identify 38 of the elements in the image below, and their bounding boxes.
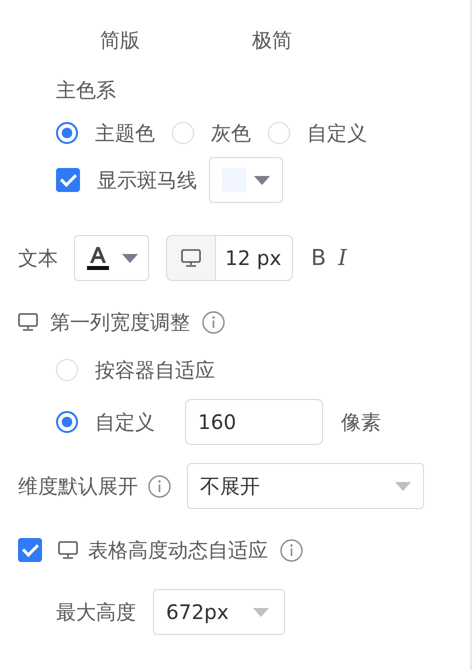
checkbox-label: 显示斑马线 — [97, 168, 197, 192]
checkbox-label: 表格高度动态自适应 — [88, 538, 268, 562]
italic-button[interactable]: I — [334, 246, 351, 270]
radio-button[interactable] — [56, 122, 78, 144]
monitor-icon — [58, 541, 78, 559]
monitor-icon — [181, 249, 201, 267]
field-label: 维度默认展开 — [18, 474, 138, 498]
radio-option[interactable]: 主题色 — [56, 121, 155, 145]
expand-dropdown[interactable]: 不展开 — [187, 463, 424, 509]
caret-icon — [122, 254, 138, 262]
checkbox[interactable] — [18, 538, 42, 562]
bold-button[interactable]: B — [307, 246, 330, 270]
caret-icon — [252, 608, 269, 616]
radio-option[interactable]: 灰色 — [172, 121, 251, 145]
info-icon[interactable] — [202, 310, 225, 334]
info-icon[interactable] — [148, 474, 171, 498]
checkbox[interactable] — [56, 168, 80, 192]
caret-icon — [254, 176, 270, 184]
font-color-dropdown[interactable] — [74, 235, 149, 281]
radio-option[interactable]: 自定义 — [56, 410, 155, 434]
caret-icon — [395, 482, 411, 490]
section-label: 主色系 — [56, 78, 116, 102]
style-option[interactable]: 极简 — [252, 28, 292, 52]
radio-option[interactable]: 按容器自适应 — [56, 358, 215, 382]
max-height-dropdown[interactable]: 672px — [153, 589, 285, 635]
field-label: 最大高度 — [56, 600, 136, 624]
style-option[interactable]: 简版 — [100, 28, 140, 52]
width-input[interactable]: 160 — [185, 399, 323, 445]
color-picker[interactable] — [209, 157, 283, 203]
font-color-icon — [86, 245, 110, 271]
radio-option[interactable]: 自定义 — [268, 121, 367, 145]
font-size-field[interactable]: 12 px — [166, 235, 293, 281]
field-label: 文本 — [18, 246, 58, 270]
section-label: 第一列宽度调整 — [50, 310, 190, 334]
radio-button[interactable] — [56, 411, 78, 433]
monitor-icon — [18, 313, 38, 331]
info-icon[interactable] — [280, 538, 303, 562]
unit-label: 像素 — [341, 410, 381, 434]
